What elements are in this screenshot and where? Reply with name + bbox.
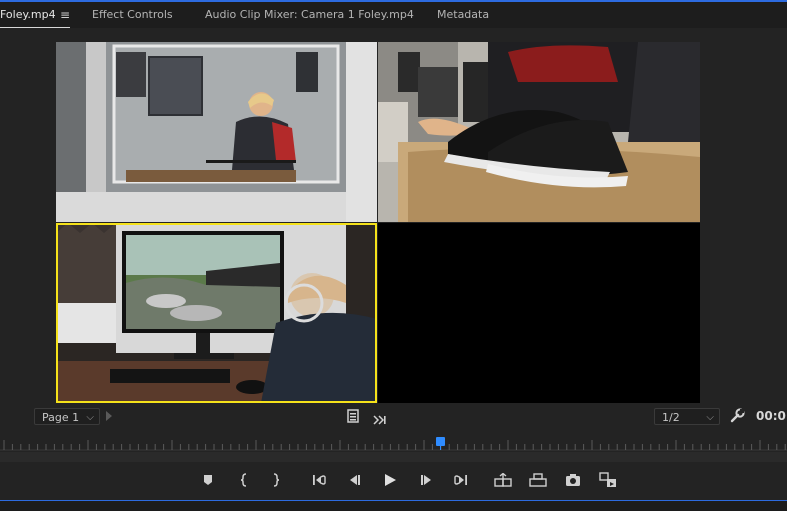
- zoom-scroll-bar[interactable]: [0, 452, 787, 462]
- camera-4-view[interactable]: [378, 223, 700, 403]
- play-icon[interactable]: [380, 470, 400, 490]
- timecode-display[interactable]: 00:0: [756, 409, 786, 423]
- toggle-multicam-icon[interactable]: [598, 470, 618, 490]
- camera-3-view[interactable]: [56, 223, 377, 403]
- mark-in-icon[interactable]: [234, 470, 254, 490]
- multicam-settings-icon[interactable]: [373, 410, 387, 429]
- chevron-down-icon: ⌵: [86, 412, 94, 423]
- add-marker-icon[interactable]: [198, 470, 218, 490]
- chevron-down-icon: ⌵: [706, 412, 714, 423]
- camera-1-view[interactable]: [56, 42, 377, 222]
- time-ruler[interactable]: [0, 434, 787, 452]
- go-to-in-icon[interactable]: [310, 470, 330, 490]
- wrench-icon[interactable]: [730, 408, 745, 427]
- lift-icon[interactable]: [493, 470, 513, 490]
- extract-icon[interactable]: [528, 470, 548, 490]
- panel-tab-bar: Foley.mp4 ≡ Effect Controls Audio Clip M…: [0, 2, 787, 29]
- go-to-out-icon[interactable]: [450, 470, 470, 490]
- tab-audio-clip-mixer[interactable]: Audio Clip Mixer: Camera 1 Foley.mp4: [205, 8, 414, 21]
- zoom-select-value: 1/2: [662, 411, 680, 424]
- hamburger-menu-icon[interactable]: ≡: [60, 8, 70, 22]
- page-select[interactable]: Page 1 ⌵: [34, 408, 100, 425]
- transport-controls: [0, 470, 787, 492]
- bottom-panel-edge: [0, 500, 787, 511]
- zoom-select[interactable]: 1/2 ⌵: [654, 408, 720, 425]
- tab-metadata[interactable]: Metadata: [437, 8, 489, 21]
- step-forward-icon[interactable]: [416, 470, 436, 490]
- next-page-arrow-icon[interactable]: [106, 411, 112, 421]
- playhead-line: [440, 444, 441, 450]
- monitor-controls-row: Page 1 ⌵ 1/2 ⌵ 00:0: [0, 406, 787, 428]
- page-select-value: Page 1: [42, 411, 80, 424]
- export-frame-icon[interactable]: [563, 470, 583, 490]
- step-back-icon[interactable]: [345, 470, 365, 490]
- tab-program-foley[interactable]: Foley.mp4: [0, 8, 56, 21]
- mark-out-icon[interactable]: [266, 470, 286, 490]
- camera-2-view[interactable]: [378, 42, 700, 222]
- tab-effect-controls[interactable]: Effect Controls: [92, 8, 173, 21]
- safe-margins-icon[interactable]: [347, 408, 359, 427]
